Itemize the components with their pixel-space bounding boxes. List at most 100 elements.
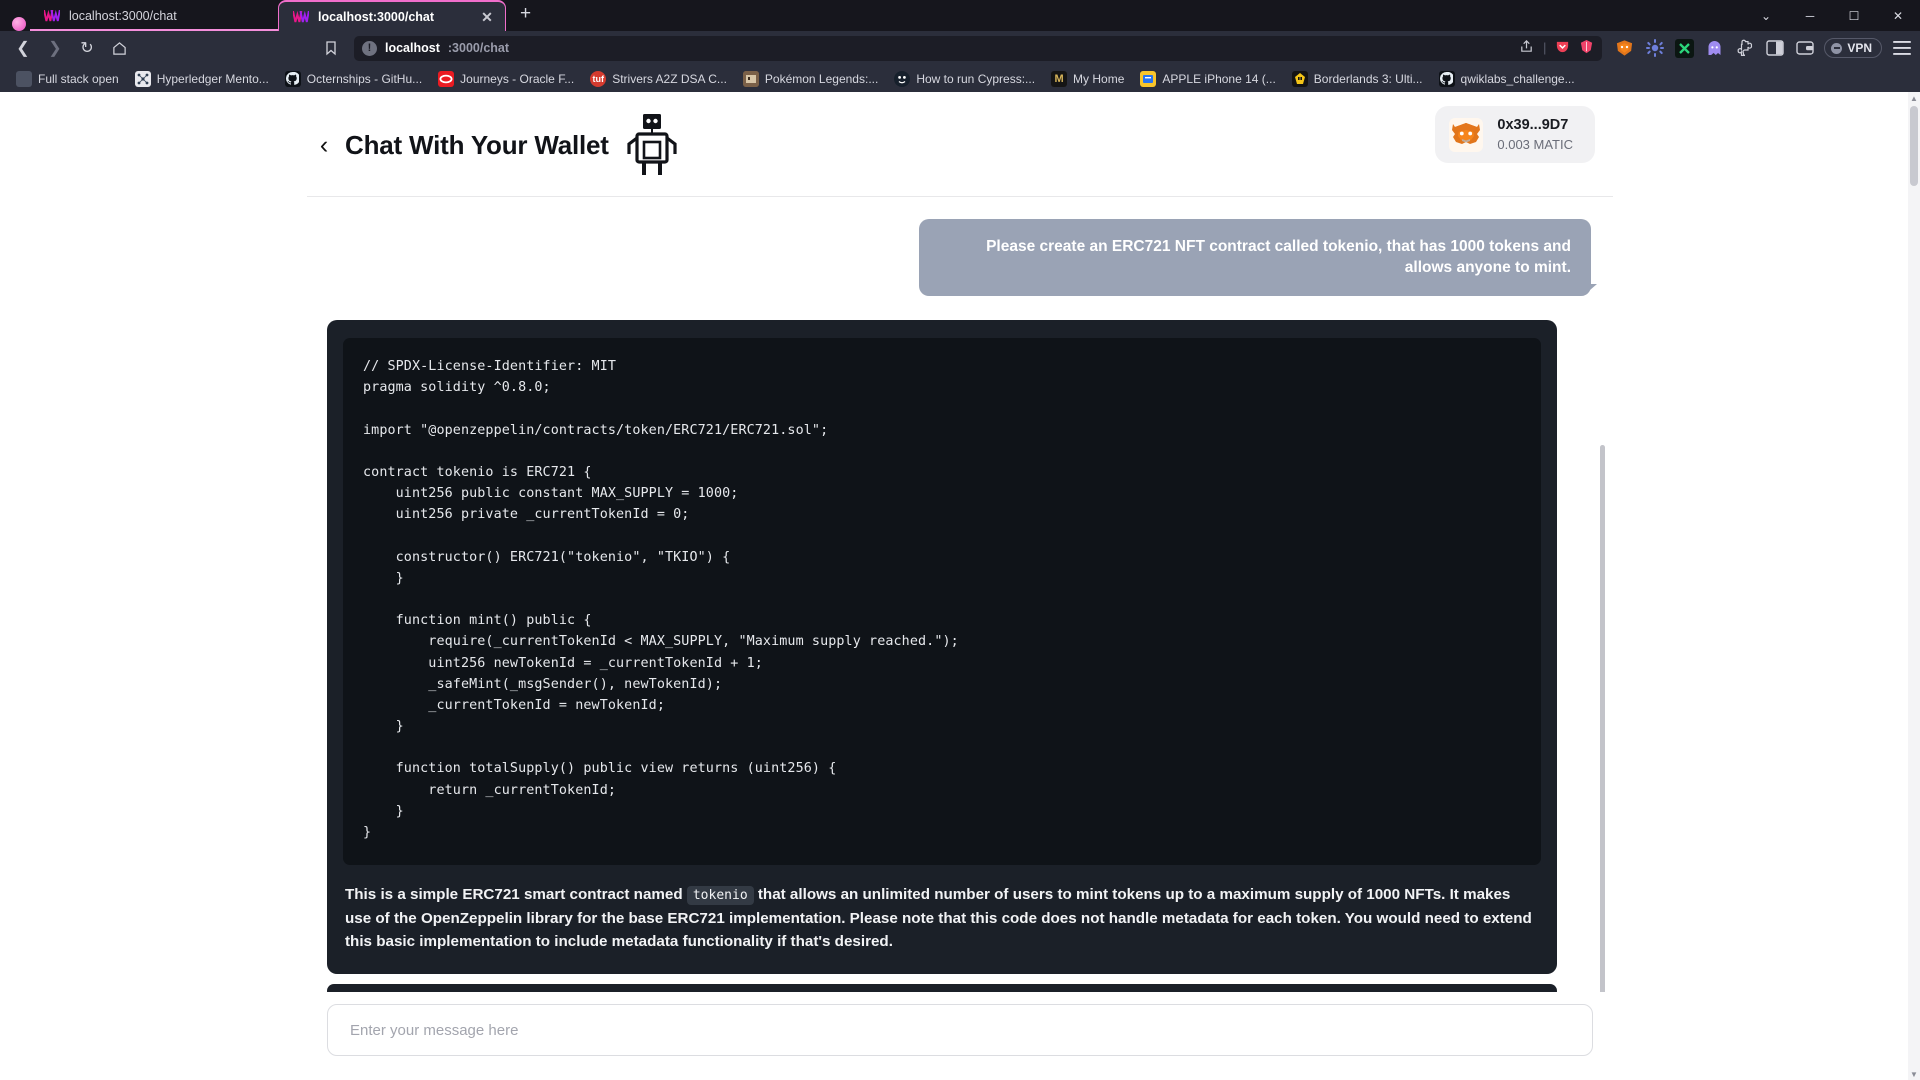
vpn-button[interactable]: VPN bbox=[1824, 38, 1882, 58]
sidebar-toggle-icon[interactable] bbox=[1764, 38, 1785, 59]
assistant-message-bubble: // SPDX-License-Identifier: MIT pragma s… bbox=[327, 320, 1557, 974]
new-tab-button[interactable]: + bbox=[506, 4, 543, 27]
pokemon-icon bbox=[742, 70, 759, 87]
page-scrollbar-thumb[interactable] bbox=[1910, 106, 1918, 186]
maximize-button[interactable]: ☐ bbox=[1832, 0, 1876, 31]
scroll-up-arrow[interactable]: ▲ bbox=[1908, 92, 1920, 104]
bookmark-label: How to run Cypress:... bbox=[916, 71, 1036, 86]
extensions-toolbar: VPN bbox=[1610, 38, 1912, 59]
code-content: // SPDX-License-Identifier: MIT pragma s… bbox=[363, 359, 959, 840]
scroll-down-arrow[interactable]: ▼ bbox=[1908, 1068, 1920, 1080]
chat-page: ‹ Chat With Your Wallet 0x39...9D7 0.003… bbox=[0, 92, 1920, 1080]
tab-list-button[interactable]: ⌄ bbox=[1744, 0, 1788, 31]
bookmark-item[interactable]: tuf Strivers A2Z DSA C... bbox=[582, 69, 735, 89]
user-message-row: Please create an ERC721 NFT contract cal… bbox=[327, 219, 1597, 297]
chat-scrollbar-track[interactable] bbox=[1600, 445, 1605, 992]
oracle-icon bbox=[438, 70, 455, 87]
metamask-extension-icon[interactable] bbox=[1614, 38, 1635, 59]
assistant-explanation: This is a simple ERC721 smart contract n… bbox=[343, 865, 1541, 974]
browser-tab-1[interactable]: localhost:3000/chat bbox=[30, 0, 278, 31]
x-extension-icon[interactable] bbox=[1674, 38, 1695, 59]
assistant-message-next-partial bbox=[327, 983, 1557, 992]
code-block[interactable]: // SPDX-License-Identifier: MIT pragma s… bbox=[343, 338, 1541, 866]
bookmarks-bar: Full stack open Hyperledger Mento... Oct… bbox=[0, 65, 1920, 92]
bookmark-item[interactable]: APPLE iPhone 14 (... bbox=[1132, 69, 1283, 89]
page-viewport: ‹ Chat With Your Wallet 0x39...9D7 0.003… bbox=[0, 92, 1920, 1080]
bookmark-label: Full stack open bbox=[38, 71, 119, 86]
minimize-button[interactable]: ─ bbox=[1788, 0, 1832, 31]
puzzle-extensions-icon[interactable] bbox=[1734, 38, 1755, 59]
close-tab-icon[interactable]: ✕ bbox=[479, 10, 495, 24]
browser-tab-2[interactable]: localhost:3000/chat ✕ bbox=[278, 0, 506, 31]
bookmark-item[interactable]: Pokémon Legends:... bbox=[735, 69, 886, 89]
browser-tab-2-title: localhost:3000/chat bbox=[318, 9, 435, 24]
close-window-button[interactable]: ✕ bbox=[1876, 0, 1920, 31]
bookmark-label: My Home bbox=[1073, 71, 1125, 86]
vpn-label: VPN bbox=[1847, 41, 1872, 55]
page-scrollbar[interactable]: ▲ ▼ bbox=[1908, 92, 1920, 1080]
chat-message-list[interactable]: Please create an ERC721 NFT contract cal… bbox=[307, 197, 1613, 992]
settings-extension-icon[interactable] bbox=[1644, 38, 1665, 59]
wallet-badge[interactable]: 0x39...9D7 0.003 MATIC bbox=[1435, 106, 1595, 164]
message-input[interactable] bbox=[350, 1021, 1570, 1039]
cypress-icon bbox=[894, 70, 911, 87]
bookmark-item[interactable]: Octernships - GitHu... bbox=[277, 69, 430, 89]
bookmark-item[interactable]: Journeys - Oracle F... bbox=[430, 69, 582, 89]
wagmi-logo-icon bbox=[44, 8, 60, 24]
robot-icon bbox=[625, 114, 679, 176]
wallet-balance: 0.003 MATIC bbox=[1497, 136, 1573, 152]
share-icon[interactable] bbox=[1519, 39, 1534, 57]
bookmark-item[interactable]: How to run Cypress:... bbox=[886, 69, 1043, 89]
bookmark-item[interactable]: Full stack open bbox=[8, 69, 127, 89]
browser-tab-1-title: localhost:3000/chat bbox=[69, 8, 177, 23]
tab-strip: localhost:3000/chat localhost:3000/chat … bbox=[0, 0, 1920, 31]
address-bar[interactable]: ! localhost:3000/chat | bbox=[354, 35, 1603, 61]
page-icon bbox=[16, 70, 32, 87]
brave-shield-icon[interactable] bbox=[1579, 39, 1594, 57]
app-menu-icon[interactable] bbox=[1891, 38, 1912, 59]
url-host: localhost bbox=[385, 41, 440, 55]
wallet-extension-icon[interactable] bbox=[1794, 38, 1815, 59]
wallet-address: 0x39...9D7 bbox=[1497, 117, 1569, 133]
address-bar-actions: | bbox=[1519, 39, 1594, 57]
bookmark-label: Strivers A2Z DSA C... bbox=[612, 71, 727, 86]
home-icon[interactable] bbox=[104, 33, 134, 63]
chat-header: ‹ Chat With Your Wallet 0x39...9D7 0.003… bbox=[307, 92, 1613, 197]
window-controls: ⌄ ─ ☐ ✕ bbox=[1744, 0, 1920, 31]
pocket-icon[interactable] bbox=[1555, 39, 1570, 57]
github-icon bbox=[1438, 70, 1455, 87]
composer[interactable] bbox=[327, 1004, 1593, 1056]
assistant-message-row: // SPDX-License-Identifier: MIT pragma s… bbox=[327, 320, 1593, 974]
takeuforward-icon: tuf bbox=[590, 70, 607, 87]
site-info-icon[interactable]: ! bbox=[362, 40, 377, 56]
ghost-extension-icon[interactable] bbox=[1704, 38, 1725, 59]
bookmark-label: Hyperledger Mento... bbox=[156, 71, 269, 86]
reload-icon[interactable]: ↻ bbox=[72, 33, 102, 63]
forward-icon[interactable]: ❯ bbox=[40, 33, 70, 63]
browser-window: localhost:3000/chat localhost:3000/chat … bbox=[0, 0, 1920, 1080]
bookmark-label: qwiklabs_challenge... bbox=[1460, 71, 1575, 86]
marriott-icon: M bbox=[1051, 70, 1068, 87]
messages: Please create an ERC721 NFT contract cal… bbox=[307, 219, 1613, 992]
back-icon[interactable]: ❮ bbox=[8, 33, 38, 63]
metamask-fox-icon bbox=[1449, 117, 1484, 152]
bookmark-item[interactable]: Hyperledger Mento... bbox=[127, 69, 277, 89]
wagmi-logo-icon bbox=[293, 9, 309, 25]
bookmark-label: Octernships - GitHu... bbox=[306, 71, 423, 86]
user-message-bubble: Please create an ERC721 NFT contract cal… bbox=[919, 219, 1597, 297]
bookmark-label: Journeys - Oracle F... bbox=[460, 71, 575, 86]
composer-area bbox=[307, 992, 1613, 1080]
page-title: Chat With Your Wallet bbox=[345, 129, 609, 160]
inline-code-tokenio: tokenio bbox=[686, 886, 754, 906]
chat-scrollbar-thumb[interactable] bbox=[1600, 445, 1605, 992]
github-icon bbox=[284, 70, 301, 87]
wallet-info: 0x39...9D7 0.003 MATIC bbox=[1497, 116, 1573, 153]
bookmark-item[interactable]: qwiklabs_challenge... bbox=[1431, 69, 1583, 89]
bookmark-label: Borderlands 3: Ulti... bbox=[1313, 71, 1423, 86]
flipkart-icon bbox=[1140, 70, 1157, 87]
bookmark-page-icon[interactable] bbox=[316, 33, 346, 63]
vpn-status-icon bbox=[1831, 42, 1843, 54]
back-button[interactable]: ‹ bbox=[307, 132, 341, 158]
bookmark-item[interactable]: Borderlands 3: Ulti... bbox=[1284, 69, 1431, 89]
bookmark-item[interactable]: M My Home bbox=[1043, 69, 1132, 89]
